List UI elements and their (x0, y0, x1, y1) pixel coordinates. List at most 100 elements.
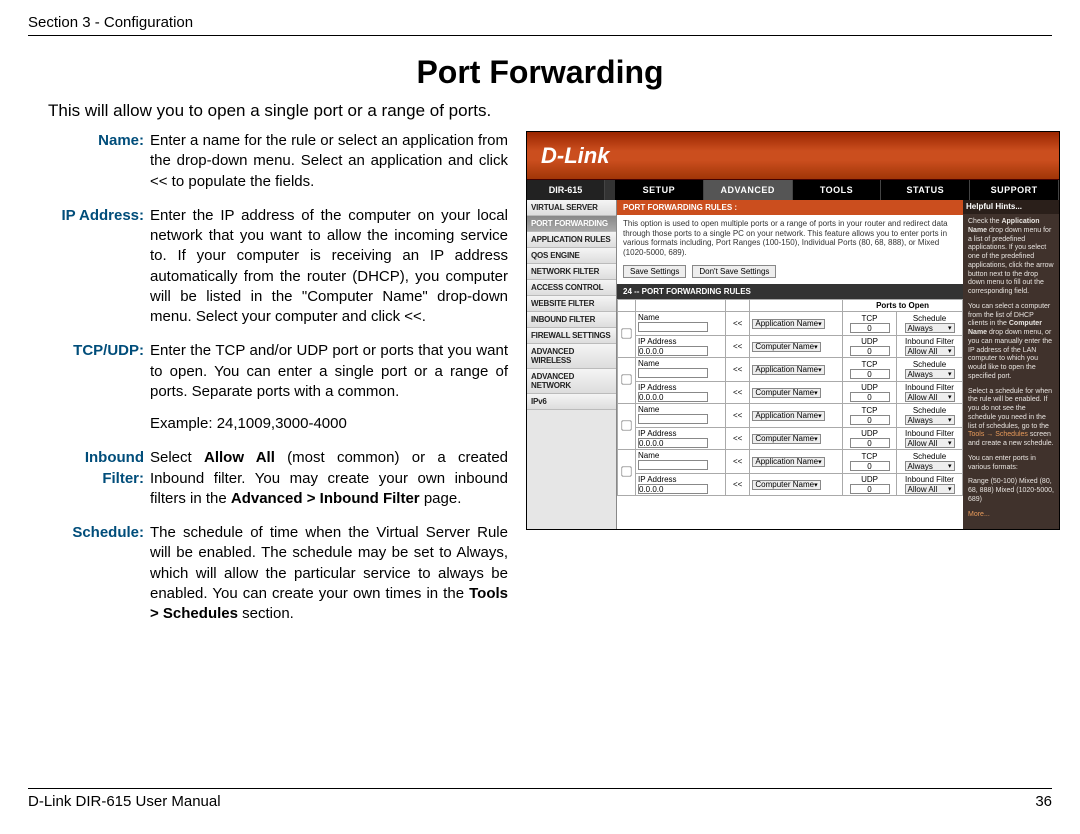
application-name-select[interactable]: Application Name ▾ (752, 411, 824, 421)
dlink-logo: D-Link (541, 143, 609, 169)
udp-port-input[interactable]: 0 (850, 346, 890, 356)
def-ip-body: Enter the IP address of the computer on … (150, 206, 508, 328)
t: drop down menu for a list of predefined … (968, 227, 1054, 295)
row-name-label: Name (636, 404, 726, 428)
sidebar-item-advanced-wireless[interactable]: ADVANCED WIRELESS (527, 344, 616, 369)
router-banner: D-Link (527, 132, 1059, 180)
t: section. (238, 605, 294, 622)
ip-input[interactable]: 0.0.0.0 (638, 392, 708, 402)
schedule-cell: ScheduleAlways ▾ (897, 358, 963, 382)
def-inbound-body: Select Allow All (most common) or a crea… (150, 448, 508, 509)
tab-advanced[interactable]: ADVANCED (704, 180, 793, 200)
sidebar-item-virtual-server[interactable]: VIRTUAL SERVER (527, 200, 616, 216)
sidebar-item-network-filter[interactable]: NETWORK FILTER (527, 264, 616, 280)
application-name-select[interactable]: Application Name ▾ (752, 457, 824, 467)
copy-app-button[interactable]: << (730, 411, 745, 420)
sidebar-item-qos-engine[interactable]: QOS ENGINE (527, 248, 616, 264)
def-ip-label: IP Address: (48, 206, 150, 328)
computer-name-select[interactable]: Computer Name ▾ (752, 434, 820, 444)
tcp-port-input[interactable]: 0 (850, 415, 890, 425)
intro-text: This will allow you to open a single por… (48, 101, 1052, 121)
name-input[interactable] (638, 322, 708, 332)
def-inbound-label: Inbound Filter: (48, 448, 150, 509)
rules-table: Ports to Open Name << Application Name ▾ TC… (617, 299, 963, 496)
copy-computer-button[interactable]: << (730, 388, 745, 397)
application-name-select[interactable]: Application Name ▾ (752, 365, 824, 375)
name-input[interactable] (638, 414, 708, 424)
hints-more-link[interactable]: More... (968, 511, 990, 518)
computer-name-select[interactable]: Computer Name ▾ (752, 388, 820, 398)
tab-support[interactable]: SUPPORT (970, 180, 1059, 200)
tab-setup[interactable]: SETUP (615, 180, 704, 200)
tcp-port-input[interactable]: 0 (850, 461, 890, 471)
tcp-port-input[interactable]: 0 (850, 323, 890, 333)
udp-port-input[interactable]: 0 (850, 392, 890, 402)
name-input[interactable] (638, 368, 708, 378)
col-ports-to-open: Ports to Open (843, 300, 963, 312)
def-name-label: Name: (48, 131, 150, 192)
sidebar-item-ipv6[interactable]: IPv6 (527, 394, 616, 410)
application-name-select[interactable]: Application Name ▾ (752, 319, 824, 329)
copy-computer-button[interactable]: << (730, 480, 745, 489)
computer-name-select[interactable]: Computer Name ▾ (752, 342, 820, 352)
udp-port-input[interactable]: 0 (850, 484, 890, 494)
copy-computer-button[interactable]: << (730, 342, 745, 351)
rule-enable-checkbox[interactable] (621, 421, 631, 431)
computer-name-select[interactable]: Computer Name ▾ (752, 480, 820, 490)
t: Allow All (204, 449, 275, 466)
schedule-cell: ScheduleAlways ▾ (897, 450, 963, 474)
name-input[interactable] (638, 460, 708, 470)
schedule-select[interactable]: Always ▾ (905, 369, 955, 379)
rule-enable-checkbox[interactable] (621, 329, 631, 339)
schedule-select[interactable]: Always ▾ (905, 323, 955, 333)
sidebar-item-firewall-settings[interactable]: FIREWALL SETTINGS (527, 328, 616, 344)
ip-input[interactable]: 0.0.0.0 (638, 346, 708, 356)
udp-cell: UDP0 (843, 382, 897, 404)
tab-tools[interactable]: TOOLS (793, 180, 882, 200)
rules-title-bar: PORT FORWARDING RULES : (617, 200, 963, 215)
copy-app-button[interactable]: << (730, 365, 745, 374)
sidebar-item-inbound-filter[interactable]: INBOUND FILTER (527, 312, 616, 328)
inbound-filter-select[interactable]: Allow All ▾ (905, 484, 955, 494)
sidebar-item-advanced-network[interactable]: ADVANCED NETWORK (527, 369, 616, 394)
tcp-port-input[interactable]: 0 (850, 369, 890, 379)
schedule-select[interactable]: Always ▾ (905, 461, 955, 471)
rule-enable-checkbox[interactable] (621, 467, 631, 477)
row-name-label: Name (636, 312, 726, 336)
save-settings-button[interactable]: Save Settings (623, 265, 686, 278)
inbound-filter-select[interactable]: Allow All ▾ (905, 438, 955, 448)
sidebar-item-website-filter[interactable]: WEBSITE FILTER (527, 296, 616, 312)
rule-enable-checkbox[interactable] (621, 375, 631, 385)
sidebar-item-port-forwarding[interactable]: PORT FORWARDING (527, 216, 616, 232)
copy-computer-button[interactable]: << (730, 434, 745, 443)
inbound-filter-select[interactable]: Allow All ▾ (905, 346, 955, 356)
sidebar-item-access-control[interactable]: ACCESS CONTROL (527, 280, 616, 296)
router-center: PORT FORWARDING RULES : This option is u… (617, 200, 963, 529)
copy-app-button[interactable]: << (730, 457, 745, 466)
ip-input[interactable]: 0.0.0.0 (638, 438, 708, 448)
def-tcpudp-text: Enter the TCP and/or UDP port or ports t… (150, 342, 508, 400)
footer-page-number: 36 (1035, 793, 1052, 810)
def-name-body: Enter a name for the rule or select an a… (150, 131, 508, 192)
t: Select a schedule for when the rule will… (968, 388, 1052, 430)
schedule-select[interactable]: Always ▾ (905, 415, 955, 425)
def-schedule-label: Schedule: (48, 523, 150, 624)
udp-port-input[interactable]: 0 (850, 438, 890, 448)
ip-input[interactable]: 0.0.0.0 (638, 484, 708, 494)
row-ip-label: IP Address0.0.0.0 (636, 336, 726, 358)
inbound-filter-select[interactable]: Allow All ▾ (905, 392, 955, 402)
dont-save-settings-button[interactable]: Don't Save Settings (692, 265, 776, 278)
schedule-cell: ScheduleAlways ▾ (897, 404, 963, 428)
copy-app-button[interactable]: << (730, 319, 745, 328)
tab-status[interactable]: STATUS (881, 180, 970, 200)
row-name-label: Name (636, 358, 726, 382)
section-header: Section 3 - Configuration (28, 14, 1052, 36)
definitions-column: Name: Enter a name for the rule or selec… (48, 131, 508, 638)
router-screenshot: D-Link DIR-615 SETUP ADVANCED TOOLS STAT… (526, 131, 1060, 530)
t: Select (150, 449, 204, 466)
tcp-cell: TCP0 (843, 358, 897, 382)
sidebar-item-application-rules[interactable]: APPLICATION RULES (527, 232, 616, 248)
t: Check the (968, 218, 1001, 225)
footer-manual: D-Link DIR-615 User Manual (28, 793, 221, 810)
def-tcpudp-label: TCP/UDP: (48, 341, 150, 434)
